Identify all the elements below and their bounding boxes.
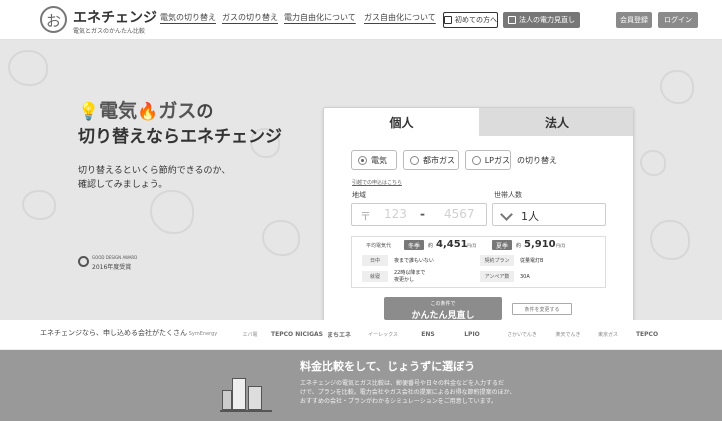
avg-bill-label: 平均電気代: [366, 243, 392, 249]
deco-flame-icon: [262, 220, 300, 256]
deco-flame-icon: [150, 190, 194, 234]
zip-first-placeholder: 123: [384, 207, 407, 221]
partner-logo: イーレックス: [368, 331, 398, 338]
zip-dash: -: [420, 207, 425, 221]
daytime-label: 日中: [362, 255, 388, 266]
hero-title-line1: 💡電気🔥ガスの: [78, 100, 214, 122]
nav-gas-switch[interactable]: ガスの切り替え: [222, 12, 278, 27]
compare-promo-band: 料金比較をして、じょうずに選ぼう エネチェンジの電気とガス比較は、郵便番号や日々…: [0, 350, 722, 421]
winter-price: 4,451: [436, 239, 468, 250]
hero-description: 切り替えるといくら節約できるのか、 確認してみましょう。: [78, 166, 231, 190]
partner-logo: さかいでんき: [507, 331, 537, 338]
zip-second-placeholder: 4567: [444, 207, 475, 221]
bedtime-value-2: 夜更かし: [394, 277, 415, 283]
deco-bulb-icon: [22, 190, 56, 220]
logo-mark-icon: [40, 6, 67, 33]
partner-logo: TEPCO NICIGAS: [271, 330, 323, 338]
first-time-button[interactable]: 初めての方へ: [443, 12, 498, 28]
award-mark-icon: [78, 256, 89, 267]
winter-badge: 冬季: [404, 240, 424, 250]
corporate-button[interactable]: 法人の電力見直し: [503, 12, 580, 28]
region-label: 地域: [352, 191, 366, 199]
deco-bulb-icon: [650, 220, 690, 260]
hero-title-line2: 切り替えならエネチェンジ: [78, 127, 282, 147]
simulation-card: 個人 法人 電気 都市ガス LPガス の切り替え 引越での申込はこちら 地域 世…: [323, 107, 634, 320]
tab-personal[interactable]: 個人: [324, 108, 479, 136]
partner-logo: エバ電: [242, 331, 258, 338]
option-city-gas[interactable]: 都市ガス: [403, 150, 459, 170]
hero-section: 💡電気🔥ガスの 切り替えならエネチェンジ 切り替えるといくら節約できるのか、 確…: [0, 40, 722, 320]
partner-logo: TEPCO: [635, 330, 659, 338]
partner-logo: ENS: [421, 330, 435, 338]
partner-logos-strip: エネチェンジなら、申し込める会社がたくさん SymEnergy エバ電 TEPC…: [0, 320, 722, 350]
building-icon: [508, 16, 516, 24]
radio-icon: [410, 155, 419, 165]
site-header: エネチェンジ 電気とガスのかんたん比較 電気の切り替え ガスの切り替え 電力自由…: [0, 0, 722, 40]
partner-logo: LPIO: [464, 330, 480, 338]
bedtime-value-1: 22時以降まで: [394, 270, 426, 276]
ampere-label: アンペア数: [480, 271, 514, 282]
household-value: 1人: [521, 210, 539, 223]
book-icon: [444, 16, 452, 24]
summer-badge: 夏季: [492, 240, 512, 250]
household-label: 世帯人数: [494, 191, 522, 199]
postal-mark-icon: 〒: [360, 210, 371, 223]
building-icon: [248, 386, 262, 410]
buildings-illustration: [220, 360, 280, 418]
option-electric[interactable]: 電気: [351, 150, 397, 170]
radio-icon: [472, 155, 481, 165]
option-suffix: の切り替え: [517, 156, 557, 165]
summer-price: 5,910: [524, 239, 556, 250]
chevron-down-icon: [500, 208, 513, 221]
deco-flame-icon: [8, 50, 48, 86]
moving-link[interactable]: 引越での申込はこちら: [352, 179, 402, 186]
bulb-icon: 💡: [78, 102, 100, 122]
partner-logo: SymEnergy: [188, 331, 218, 337]
promo-text: エネチェンジの電気とガス比較は、郵便番号や日々の料金などを入力するだ けで、プラ…: [300, 380, 516, 405]
logo-title: エネチェンジ: [73, 10, 157, 26]
option-lp-gas[interactable]: LPガス: [465, 150, 511, 170]
partners-text: エネチェンジなら、申し込める会社がたくさん: [40, 329, 187, 337]
building-icon: [232, 378, 246, 410]
simulate-button[interactable]: この条件で かんたん見直し: [384, 297, 502, 320]
radio-icon: [358, 155, 367, 165]
average-bill-info: 平均電気代 冬季 約 4,451 円/月 夏季 約 5,910 円/月 日中 夜…: [351, 236, 606, 288]
change-conditions-button[interactable]: 条件を変更する: [512, 303, 572, 315]
building-icon: [222, 390, 232, 410]
good-design-award: GOOD DESIGN AWARD 2016年度受賞: [78, 252, 158, 276]
household-select[interactable]: 1人: [492, 203, 606, 226]
contract-value: 従量電灯B: [520, 258, 544, 264]
flame-icon: 🔥: [137, 102, 159, 122]
partner-logo: まちエネ: [326, 331, 351, 339]
register-button[interactable]: 会員登録: [616, 12, 652, 28]
ampere-value: 30A: [520, 274, 530, 280]
daytime-value: 夜まで誰もいない: [394, 258, 434, 264]
logo-subtitle: 電気とガスのかんたん比較: [73, 28, 146, 35]
partner-logo: 楽天でんき: [555, 331, 581, 338]
nav-power-liberalization[interactable]: 電力自由化について: [284, 12, 356, 27]
nav-electric-switch[interactable]: 電気の切り替え: [160, 12, 216, 27]
promo-title: 料金比較をして、じょうずに選ぼう: [300, 360, 476, 373]
tab-corporate[interactable]: 法人: [479, 108, 633, 136]
deco-flame-icon: [660, 70, 694, 104]
nav-gas-liberalization[interactable]: ガス自由化について: [364, 12, 436, 27]
bedtime-label: 就寝: [362, 271, 388, 282]
deco-bulb-icon: [640, 150, 666, 176]
login-button[interactable]: ログイン: [658, 12, 698, 28]
partner-logo: 東京ガス: [597, 331, 618, 338]
contract-label: 契約プラン: [480, 255, 514, 266]
zip-input[interactable]: 〒 123 - 4567: [351, 203, 487, 226]
